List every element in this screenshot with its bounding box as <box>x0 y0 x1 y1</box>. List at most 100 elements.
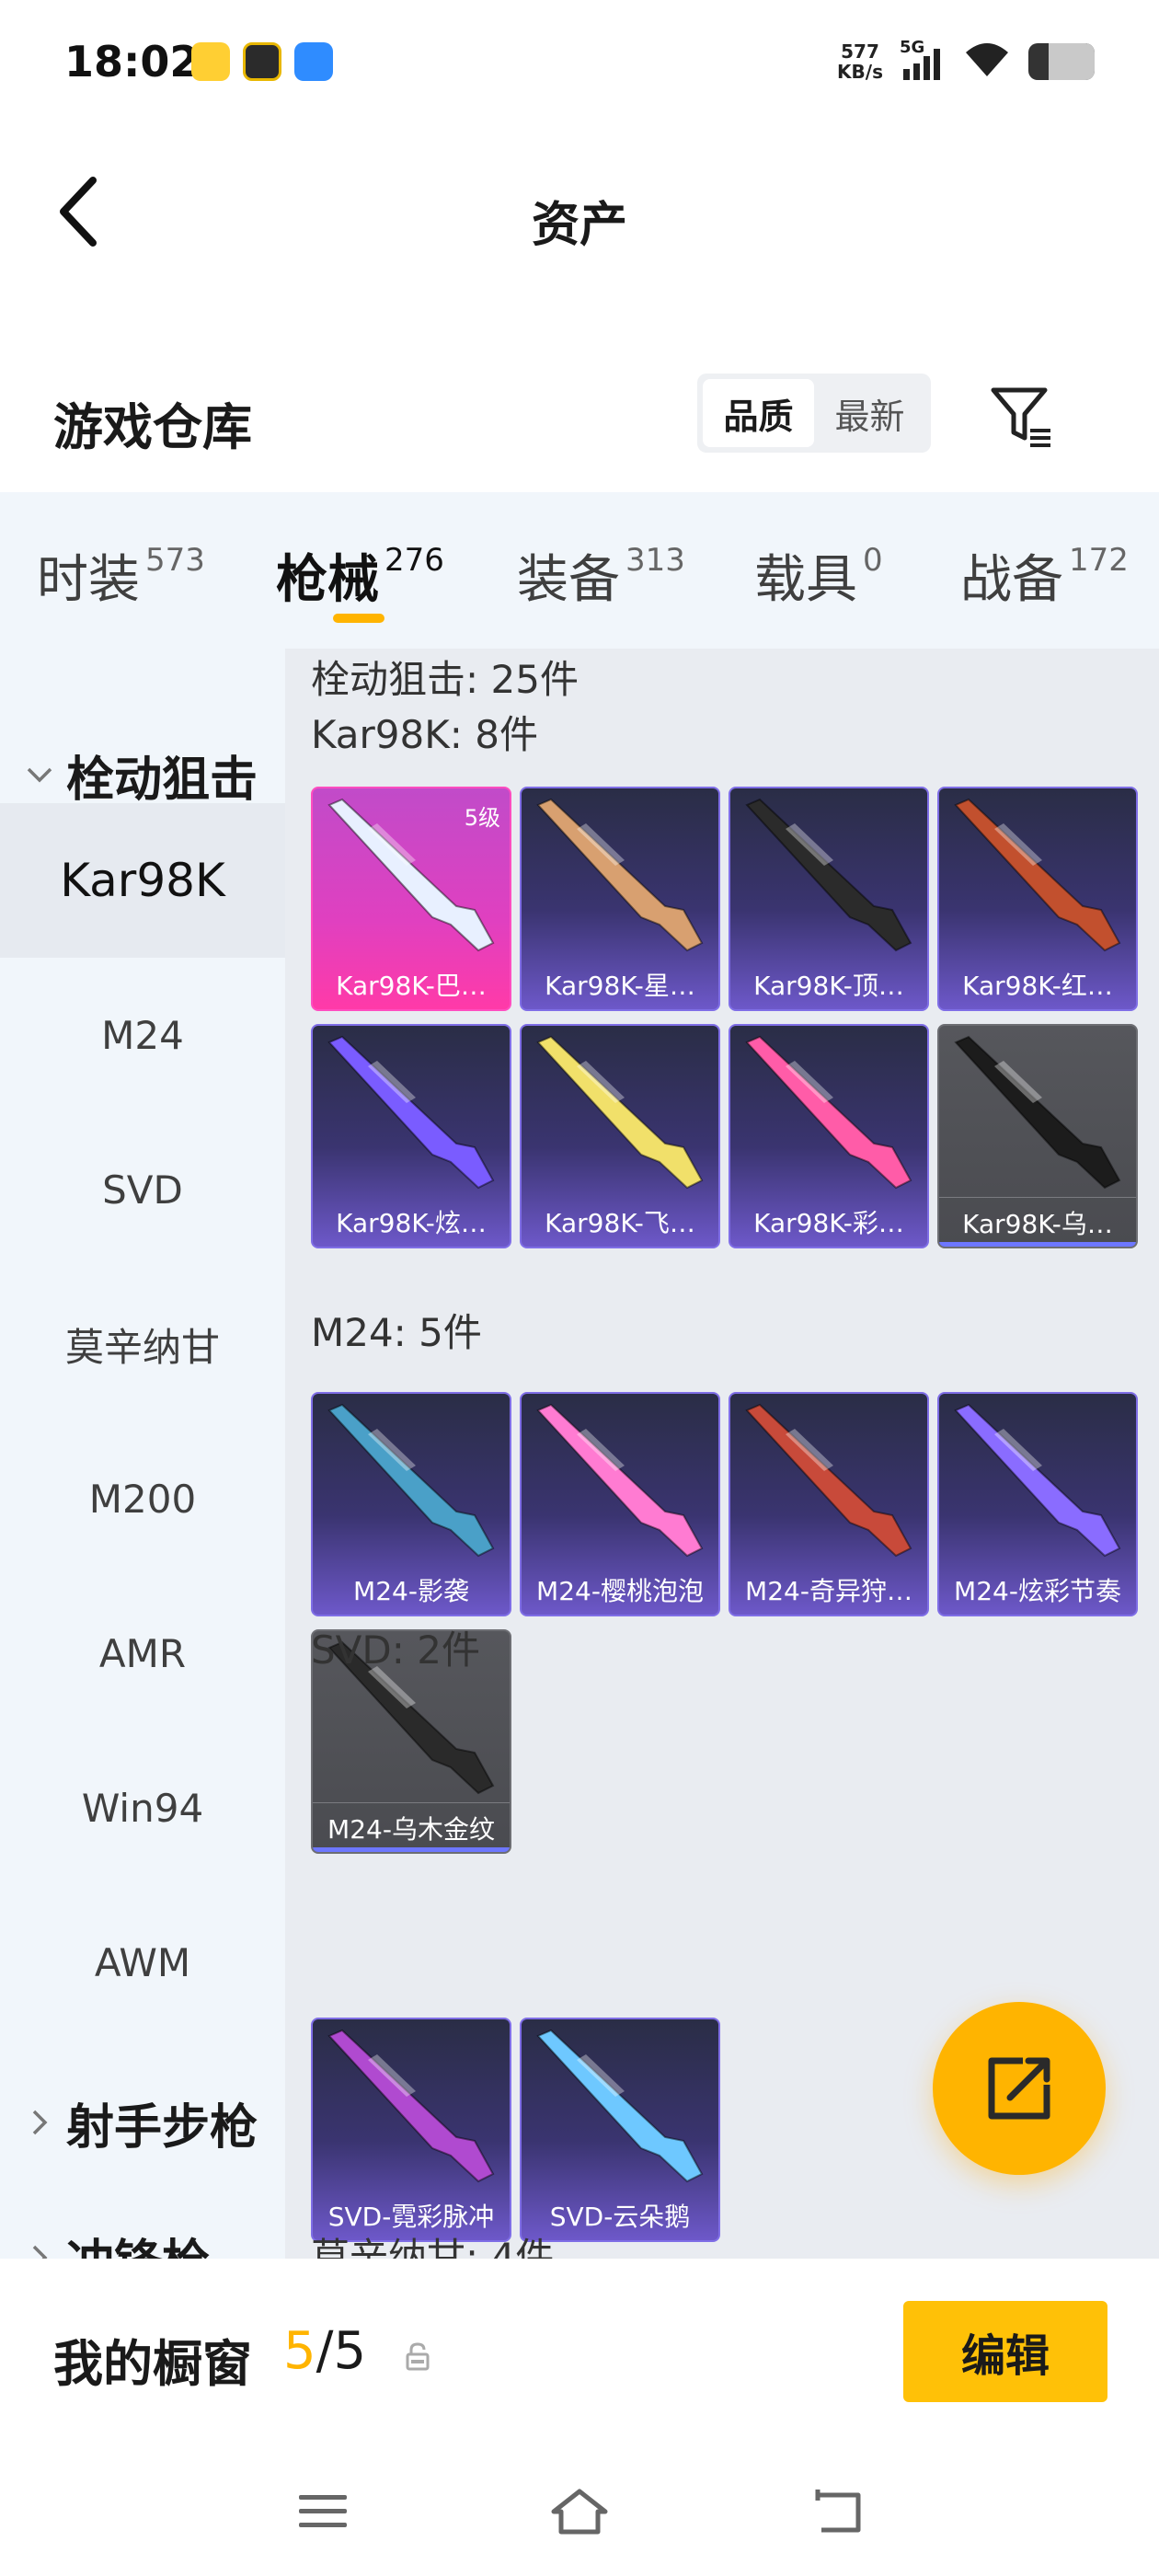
weapon-card[interactable]: Kar98K-顶… <box>729 787 929 1011</box>
tab-equipment[interactable]: 装备 313 <box>517 492 685 649</box>
rifle-icon <box>536 1403 704 1558</box>
rifle-icon <box>954 1035 1121 1190</box>
weapon-card[interactable]: Kar98K-飞… <box>520 1024 720 1248</box>
nav-item-svd[interactable]: SVD <box>0 1112 285 1267</box>
rifle-icon <box>745 798 912 952</box>
rifle-icon <box>745 1403 912 1558</box>
weapon-card[interactable]: M24-奇异狩… <box>729 1392 929 1616</box>
rifle-icon <box>745 1035 912 1190</box>
page-title: 资产 <box>531 198 627 253</box>
weapon-name: Kar98K-炫… <box>336 1208 487 1238</box>
weapon-card[interactable]: SVD-霓彩脉冲 <box>311 2018 511 2242</box>
tab-fashion[interactable]: 时装 573 <box>37 492 205 649</box>
battery-icon <box>1028 43 1095 80</box>
tab-label: 枪械 <box>276 550 379 610</box>
weapon-card[interactable]: SVD-云朵鹅 <box>520 2018 720 2242</box>
net-speed-unit: KB/s <box>837 61 883 83</box>
level-badge: 5级 <box>464 805 500 831</box>
weapon-name: M24-炫彩节奏 <box>954 1576 1121 1606</box>
weapon-name: M24-乌木金纹 <box>313 1802 510 1852</box>
weapon-card[interactable]: Kar98K-彩… <box>729 1024 929 1248</box>
nav-item-m200[interactable]: M200 <box>0 1421 285 1576</box>
warehouse-header: 游戏仓库 品质 最新 <box>0 359 1159 469</box>
weapon-card[interactable]: Kar98K-炫… <box>311 1024 511 1248</box>
weapon-name: Kar98K-彩… <box>753 1208 904 1238</box>
system-nav-bar <box>0 2447 1159 2576</box>
net-speed: 577 KB/s <box>837 41 883 82</box>
weapon-card[interactable]: M24-影袭 <box>311 1392 511 1616</box>
signal-icon: 5G <box>900 38 946 82</box>
tab-count: 276 <box>384 542 444 579</box>
rifle-icon <box>327 1403 495 1558</box>
nav-group-label: 射手步枪 <box>66 2099 258 2156</box>
weapon-name: Kar98K-红… <box>962 971 1113 1001</box>
tab-count: 0 <box>863 542 883 579</box>
home-icon <box>551 2489 608 2535</box>
nav-item-m24[interactable]: M24 <box>0 958 285 1112</box>
status-bar: 18:02 577 KB/s 5G <box>0 0 1159 129</box>
weapon-name: Kar98K-飞… <box>545 1208 695 1238</box>
category-tabs: 时装 573 枪械 276 装备 313 载具 0 战备 172 <box>0 492 1159 649</box>
showcase-title: 我的橱窗 <box>53 2335 252 2393</box>
tab-vehicles[interactable]: 载具 0 <box>754 492 883 649</box>
tab-count: 172 <box>1069 542 1129 579</box>
showcase-count: 5/5 <box>283 2321 366 2381</box>
rifle-icon <box>536 798 704 952</box>
warehouse-title: 游戏仓库 <box>53 398 252 456</box>
card-underline <box>939 1242 1136 1247</box>
status-time: 18:02 <box>64 37 200 86</box>
rifle-icon <box>327 2029 495 2183</box>
chevron-right-icon <box>26 2109 53 2136</box>
tab-count: 573 <box>145 542 205 579</box>
weapon-name: Kar98K-星… <box>545 971 695 1001</box>
nav-item-amr[interactable]: AMR <box>0 1576 285 1731</box>
nav-group-label: 冲锋枪 <box>66 2224 210 2260</box>
nav-item-win94[interactable]: Win94 <box>0 1731 285 1885</box>
section-title: 莫辛纳甘: 4件 <box>311 2235 555 2259</box>
rifle-icon <box>536 2029 704 2183</box>
rifle-icon <box>954 1403 1121 1558</box>
showcase-total: 5 <box>333 2321 367 2381</box>
game-notification-icon <box>243 42 281 81</box>
showcase-separator: / <box>316 2321 334 2381</box>
nav-group-smg[interactable]: 冲锋枪 <box>0 2207 285 2259</box>
weapon-card[interactable]: Kar98K-星… <box>520 787 720 1011</box>
rifle-icon <box>536 1035 704 1190</box>
nav-item-kar98k[interactable]: Kar98K <box>0 803 285 958</box>
left-nav: 栓动狙击 Kar98K M24 SVD 莫辛纳甘 M200 AMR Win94 … <box>0 649 285 2259</box>
tab-weapons[interactable]: 枪械 276 <box>276 492 444 649</box>
category-total-title: 栓动狙击: 25件 <box>311 657 579 702</box>
sort-quality-option[interactable]: 品质 <box>703 379 814 447</box>
weapon-card[interactable]: Kar98K-乌… <box>937 1024 1138 1248</box>
edit-button[interactable]: 编辑 <box>903 2301 1107 2402</box>
menu-nav-button[interactable] <box>291 2484 355 2539</box>
weapon-name: Kar98K-巴… <box>336 971 487 1001</box>
tab-supplies[interactable]: 战备 172 <box>960 492 1129 649</box>
return-icon <box>815 2490 861 2533</box>
weapon-card[interactable]: 5级 Kar98K-巴… <box>311 787 511 1011</box>
tab-count: 313 <box>625 542 685 579</box>
weapon-card[interactable]: M24-炫彩节奏 <box>937 1392 1138 1616</box>
card-underline <box>313 1847 510 1852</box>
weapon-card[interactable]: Kar98K-红… <box>937 787 1138 1011</box>
weapon-card[interactable]: M24-樱桃泡泡 <box>520 1392 720 1616</box>
home-nav-button[interactable] <box>547 2484 612 2539</box>
nav-group-marksman[interactable]: 射手步枪 <box>0 2072 285 2173</box>
weapon-name: M24-影袭 <box>353 1576 469 1606</box>
weapon-name: M24-樱桃泡泡 <box>536 1576 704 1606</box>
app-notification-icon <box>191 42 230 81</box>
sort-toggle: 品质 最新 <box>697 374 931 453</box>
wifi-icon <box>962 40 1012 84</box>
nav-group-label: 栓动狙击 <box>66 752 258 808</box>
weapon-name: Kar98K-顶… <box>753 971 904 1001</box>
sort-newest-option[interactable]: 最新 <box>814 379 925 447</box>
share-fab[interactable] <box>933 2002 1106 2175</box>
du-app-icon <box>294 42 333 81</box>
nav-item-mosin[interactable]: 莫辛纳甘 <box>0 1267 285 1421</box>
nav-item-awm[interactable]: AWM <box>0 1885 285 2040</box>
filter-icon <box>991 387 1050 447</box>
back-nav-button[interactable] <box>806 2484 870 2539</box>
section-title: Kar98K: 8件 <box>311 712 539 757</box>
chevron-down-icon <box>26 761 53 788</box>
filter-button[interactable] <box>988 383 1058 453</box>
